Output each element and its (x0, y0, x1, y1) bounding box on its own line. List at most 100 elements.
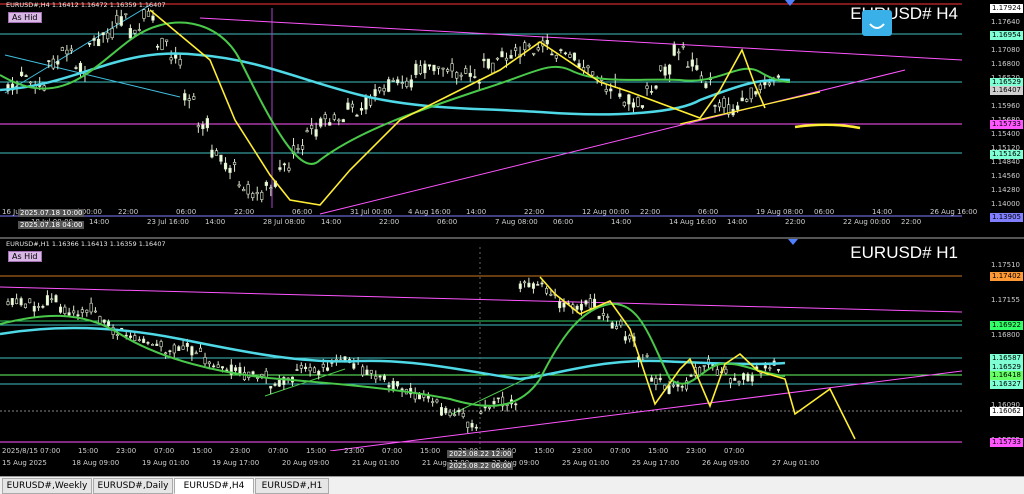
h4-candle-body (532, 52, 536, 55)
tab-h4[interactable]: EURUSD#,H4 (174, 478, 254, 494)
h1-candle-body (185, 343, 189, 347)
h4-candle-body (269, 187, 273, 190)
h4-candle-body (550, 53, 554, 56)
h4-candle-body (500, 51, 504, 58)
h1-candle-body (536, 284, 540, 286)
tab-weekly[interactable]: EURUSD#,Weekly (2, 478, 92, 494)
h4-candle-body (563, 52, 568, 55)
h4-price-tag: 1.16407 (990, 86, 1023, 95)
h4-time-label: 22:00 (379, 218, 400, 226)
h4-candle-body (441, 67, 445, 70)
h1-time-label-2: 25 Aug 17:00 (632, 459, 680, 467)
h4-candle-body (414, 63, 418, 76)
tab-daily[interactable]: EURUSD#,Daily (93, 478, 173, 494)
h4-price-label: 1.14560 (991, 172, 1020, 180)
h4-trendline (4, 54, 181, 98)
h4-candle-body (350, 103, 355, 108)
h4-candle-body (745, 99, 749, 102)
h4-candle-body (319, 118, 323, 127)
h1-price-tag: 1.16418 (990, 371, 1023, 380)
h1-candle-body (207, 361, 211, 365)
h4-time-label: 14:00 (466, 208, 487, 216)
h4-candle-body (432, 64, 436, 72)
h4-candle-body (332, 114, 336, 120)
h4-price-tag: 1.15733 (990, 120, 1023, 129)
h4-time-label: 22:00 (901, 218, 922, 226)
h4-price-label: 1.17640 (991, 18, 1020, 26)
h4-price-label: 1.17080 (991, 46, 1020, 54)
h1-candle-body (702, 365, 706, 367)
h4-candle-body (24, 75, 28, 77)
h1-candle-body (137, 339, 141, 342)
h4-candle-body (146, 10, 151, 17)
h4-candle-body (387, 79, 391, 92)
h1-time-label-2: 15 Aug 2025 (2, 459, 47, 467)
h4-candle-body (554, 55, 558, 59)
h4-time-label: 31 Jul 00:00 (350, 208, 392, 216)
h4-candle-body (713, 105, 717, 107)
h1-candle-body (487, 406, 491, 409)
h4-time-label: 06:00 (698, 208, 719, 216)
h1-green-trend (264, 368, 346, 397)
h4-candle-body (51, 58, 55, 69)
h1-time-label: 15:00 (192, 447, 213, 455)
h1-time-label-2: 25 Aug 01:00 (562, 459, 610, 467)
h1-price-label: 1.17510 (991, 261, 1020, 269)
h1-candle-body (15, 298, 19, 304)
h4-ashid-badge[interactable]: As Hid (8, 12, 42, 23)
h4-chart-pane[interactable]: EURUSD#,H4 1.16412 1.16472 1.16359 1.164… (0, 0, 1024, 235)
h4-candle-body (663, 66, 667, 76)
h4-candle-body (668, 64, 672, 75)
h1-time-label-2: 20 Aug 09:00 (282, 459, 330, 467)
h4-candle-body (128, 28, 132, 39)
h4-time-label: 22:00 (118, 208, 139, 216)
h1-candle-body (168, 350, 172, 353)
h4-candle-body (654, 85, 658, 89)
h1-candle-body (588, 298, 592, 309)
h1-candle-body (584, 300, 588, 305)
h1-candle-body (689, 375, 693, 377)
h4-candle-body (722, 97, 726, 108)
h1-candle-body (203, 357, 207, 365)
h1-trendline (0, 286, 962, 313)
h1-candle-body (352, 363, 356, 369)
h1-chart-pane[interactable]: EURUSD#,H1 1.16366 1.16413 1.16359 1.164… (0, 237, 1024, 476)
h1-candle-body (579, 303, 583, 311)
h4-price-chart[interactable] (0, 0, 962, 222)
h4-chart-header: EURUSD#,H4 1.16412 1.16472 1.16359 1.164… (6, 1, 166, 9)
h1-candle-body (6, 301, 10, 306)
h4-candle-body (704, 83, 708, 88)
h4-time-axis: 16 Jul 202518 Jul 00:0021 Jul 00:0014:00… (0, 208, 977, 226)
h4-candle-body (740, 97, 744, 102)
h1-candle-body (650, 377, 654, 382)
h1-price-tag: 1.16587 (990, 354, 1023, 363)
h1-candle-body (776, 369, 780, 371)
h4-price-tag: 1.16954 (990, 31, 1023, 40)
h4-candle-body (346, 102, 350, 110)
h1-time-label: 15:00 (420, 447, 441, 455)
h1-candle-body (142, 338, 146, 343)
h4-candle-body (119, 16, 123, 26)
h4-candle-body (310, 124, 314, 129)
h1-candle-body (41, 305, 45, 308)
h1-candle-body (470, 422, 474, 428)
h1-price-chart[interactable] (0, 239, 962, 451)
h1-candle-body (728, 378, 732, 384)
h4-candle-body (205, 118, 209, 129)
h1-candle-body (256, 377, 260, 379)
h1-ashid-badge[interactable]: As Hid (8, 251, 42, 262)
tab-h1[interactable]: EURUSD#,H1 (255, 478, 329, 494)
h1-candle-body (768, 367, 772, 370)
h4-candle-body (559, 49, 563, 51)
h4-candle-body (110, 28, 114, 39)
h4-candle-body (142, 9, 146, 19)
h4-candle-body (246, 184, 250, 195)
h4-time-label: 23 Jul 16:00 (147, 218, 189, 226)
h4-price-axis: 1.179241.176401.173601.170801.168001.165… (962, 0, 1024, 235)
h4-price-label: 1.15400 (991, 130, 1020, 138)
h1-candle-body (444, 407, 448, 414)
h4-candle-body (523, 42, 527, 51)
h1-candle-body (527, 282, 531, 288)
h4-candle-body (115, 15, 119, 24)
h4-candle-body (455, 72, 459, 79)
